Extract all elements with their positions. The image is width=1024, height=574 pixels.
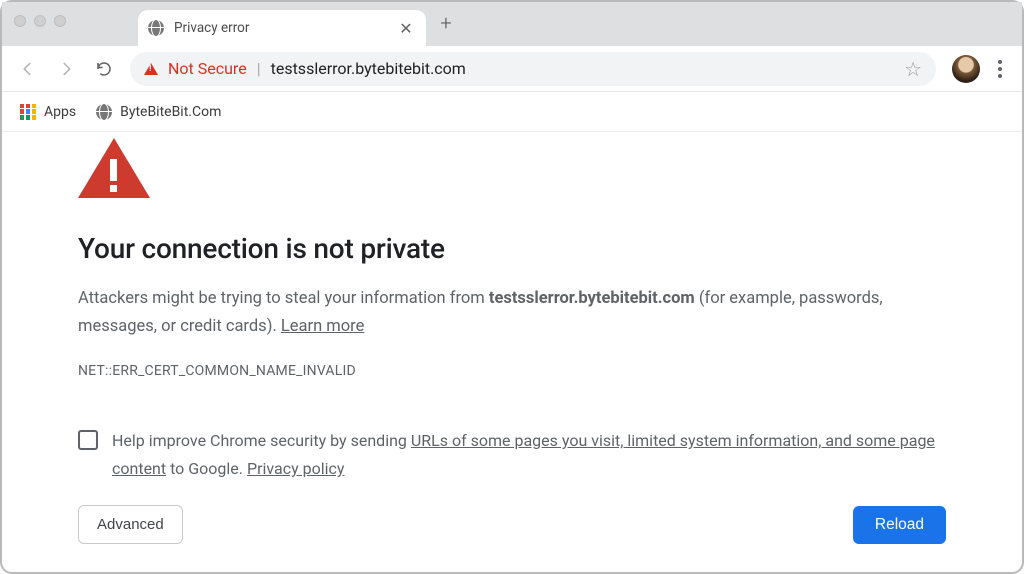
window-controls[interactable] <box>14 15 66 27</box>
learn-more-link[interactable]: Learn more <box>281 317 364 336</box>
error-code: NET::ERR_CERT_COMMON_NAME_INVALID <box>78 363 946 379</box>
back-button[interactable] <box>12 53 44 85</box>
globe-icon <box>148 20 164 36</box>
error-heading: Your connection is not private <box>78 232 946 265</box>
error-page-content: Your connection is not private Attackers… <box>2 138 1022 544</box>
apps-shortcut[interactable]: Apps <box>20 104 76 120</box>
button-row: Advanced Reload <box>78 505 946 544</box>
reload-icon <box>95 60 113 78</box>
warning-triangle-icon <box>144 63 158 75</box>
browser-toolbar: Not Secure | testsslerror.bytebitebit.co… <box>2 46 1022 92</box>
reload-button[interactable] <box>88 53 120 85</box>
close-window-icon[interactable] <box>14 15 26 27</box>
bookmark-item[interactable]: ByteBiteBit.Com <box>96 104 221 120</box>
arrow-right-icon <box>57 60 75 78</box>
optin-row: Help improve Chrome security by sending … <box>78 427 946 483</box>
close-tab-icon[interactable]: ✕ <box>396 18 416 38</box>
security-status[interactable]: Not Secure <box>168 59 247 78</box>
error-domain: testsslerror.bytebitebit.com <box>489 289 695 308</box>
globe-icon <box>96 104 112 120</box>
url-text: testsslerror.bytebitebit.com <box>271 59 466 78</box>
apps-label: Apps <box>44 104 76 120</box>
kebab-menu-icon[interactable] <box>992 54 1008 84</box>
error-description: Attackers might be trying to steal your … <box>78 285 946 341</box>
optin-mid: to Google. <box>166 459 247 478</box>
reload-page-button[interactable]: Reload <box>853 506 946 544</box>
maximize-window-icon[interactable] <box>54 15 66 27</box>
bookmarks-bar: Apps ByteBiteBit.Com <box>2 92 1022 132</box>
apps-grid-icon <box>20 104 36 120</box>
bookmark-label: ByteBiteBit.Com <box>120 104 221 120</box>
forward-button[interactable] <box>50 53 82 85</box>
profile-avatar[interactable] <box>952 55 980 83</box>
privacy-policy-link[interactable]: Privacy policy <box>247 459 345 478</box>
tab-title: Privacy error <box>174 20 249 36</box>
bookmark-star-icon[interactable]: ☆ <box>904 57 922 81</box>
browser-tab[interactable]: Privacy error ✕ <box>138 10 426 46</box>
warning-triangle-icon <box>78 138 150 198</box>
plus-icon: + <box>440 11 451 35</box>
window-titlebar: Privacy error ✕ + <box>2 2 1022 46</box>
separator: | <box>257 59 261 78</box>
advanced-button[interactable]: Advanced <box>78 505 183 544</box>
optin-checkbox[interactable] <box>78 430 98 450</box>
desc-prefix: Attackers might be trying to steal your … <box>78 289 489 308</box>
optin-text: Help improve Chrome security by sending … <box>112 427 946 483</box>
address-bar[interactable]: Not Secure | testsslerror.bytebitebit.co… <box>130 52 936 86</box>
new-tab-button[interactable]: + <box>426 11 466 35</box>
optin-prefix: Help improve Chrome security by sending <box>112 431 411 450</box>
minimize-window-icon[interactable] <box>34 15 46 27</box>
arrow-left-icon <box>19 60 37 78</box>
